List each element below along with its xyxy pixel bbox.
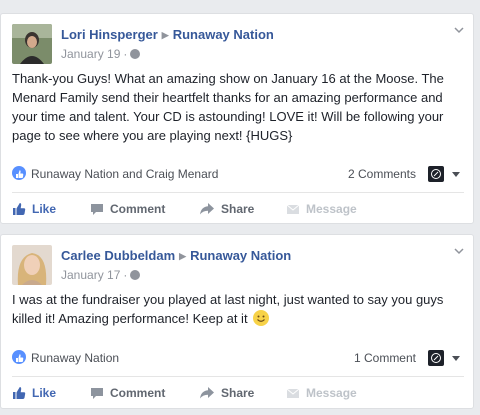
post-date[interactable]: January 19 (61, 47, 120, 61)
comment-count[interactable]: 2 Comments (348, 163, 416, 185)
message-icon (286, 388, 300, 398)
post-names: Carlee Dubbeldam ▶ Runaway Nation (61, 247, 441, 266)
caret-down-icon[interactable] (452, 172, 460, 177)
message-label: Message (306, 202, 357, 216)
separator-dot: · (123, 47, 128, 61)
thumbs-up-icon (13, 203, 26, 215)
like-button[interactable]: Like (12, 195, 56, 223)
post-names: Lori Hinsperger ▶ Runaway Nation (61, 26, 441, 45)
like-label: Like (32, 202, 57, 216)
reaction-summary: Runaway Nation 1 Comment (12, 347, 464, 369)
globe-icon[interactable] (130, 270, 141, 280)
globe-icon[interactable] (130, 49, 141, 59)
divider (12, 192, 464, 193)
page-avatar-icon[interactable] (428, 350, 444, 366)
thumbs-up-icon (12, 166, 26, 180)
divider (12, 376, 464, 377)
post-text: Thank-you Guys! What an amazing show on … (12, 71, 444, 143)
post-meta: Carlee Dubbeldam ▶ Runaway Nation January … (61, 247, 441, 284)
author-name[interactable]: Carlee Dubbeldam (61, 248, 175, 263)
avatar[interactable] (12, 245, 52, 285)
comment-count[interactable]: 1 Comment (354, 347, 416, 369)
action-bar: Like Comment Share Message (12, 379, 464, 407)
thumbs-up-icon (12, 350, 26, 364)
comment-icon (91, 204, 103, 215)
page-name[interactable]: Runaway Nation (173, 27, 274, 42)
post-subline: January 19 · (61, 46, 441, 63)
post-header: Carlee Dubbeldam ▶ Runaway Nation January … (12, 245, 452, 287)
chevron-down-icon[interactable] (453, 24, 465, 36)
comment-icon (91, 388, 103, 399)
author-name[interactable]: Lori Hinsperger (61, 27, 158, 42)
avatar[interactable] (12, 24, 52, 64)
share-label: Share (221, 386, 255, 400)
triangle-right-icon: ▶ (179, 251, 187, 261)
separator-dot: · (123, 268, 128, 282)
share-label: Share (221, 202, 255, 216)
caret-down-icon[interactable] (452, 356, 460, 361)
message-icon (286, 204, 300, 214)
share-button[interactable]: Share (199, 195, 254, 223)
message-button: Message (286, 195, 357, 223)
post-meta: Lori Hinsperger ▶ Runaway Nation January 1… (61, 26, 441, 63)
page-avatar-icon[interactable] (428, 166, 444, 182)
like-button[interactable]: Like (12, 379, 56, 407)
post-subline: January 17 · (61, 267, 441, 284)
post-card: Lori Hinsperger ▶ Runaway Nation January 1… (0, 13, 474, 224)
triangle-right-icon: ▶ (161, 30, 169, 40)
post-text: I was at the fundraiser you played at la… (12, 292, 444, 326)
comment-label: Comment (110, 386, 166, 400)
thumbs-up-icon (13, 387, 26, 399)
smiley-icon (253, 310, 270, 326)
message-label: Message (306, 386, 357, 400)
page-name[interactable]: Runaway Nation (190, 248, 291, 263)
message-button: Message (286, 379, 357, 407)
share-button[interactable]: Share (199, 379, 254, 407)
comment-button[interactable]: Comment (90, 379, 165, 407)
likers[interactable]: Runaway Nation and Craig Menard (31, 167, 218, 181)
post-date[interactable]: January 17 (61, 268, 120, 282)
reaction-summary: Runaway Nation and Craig Menard 2 Commen… (12, 163, 464, 185)
share-icon (200, 387, 214, 399)
like-label: Like (32, 386, 57, 400)
post-card: Carlee Dubbeldam ▶ Runaway Nation January … (0, 234, 474, 409)
chevron-down-icon[interactable] (453, 245, 465, 257)
action-bar: Like Comment Share Message (12, 195, 464, 223)
post-header: Lori Hinsperger ▶ Runaway Nation January 1… (12, 24, 452, 66)
post-text-block: I was at the fundraiser you played at la… (12, 290, 464, 328)
comment-label: Comment (110, 202, 166, 216)
share-icon (200, 203, 214, 215)
comment-button[interactable]: Comment (90, 195, 165, 223)
likers[interactable]: Runaway Nation (31, 351, 119, 365)
